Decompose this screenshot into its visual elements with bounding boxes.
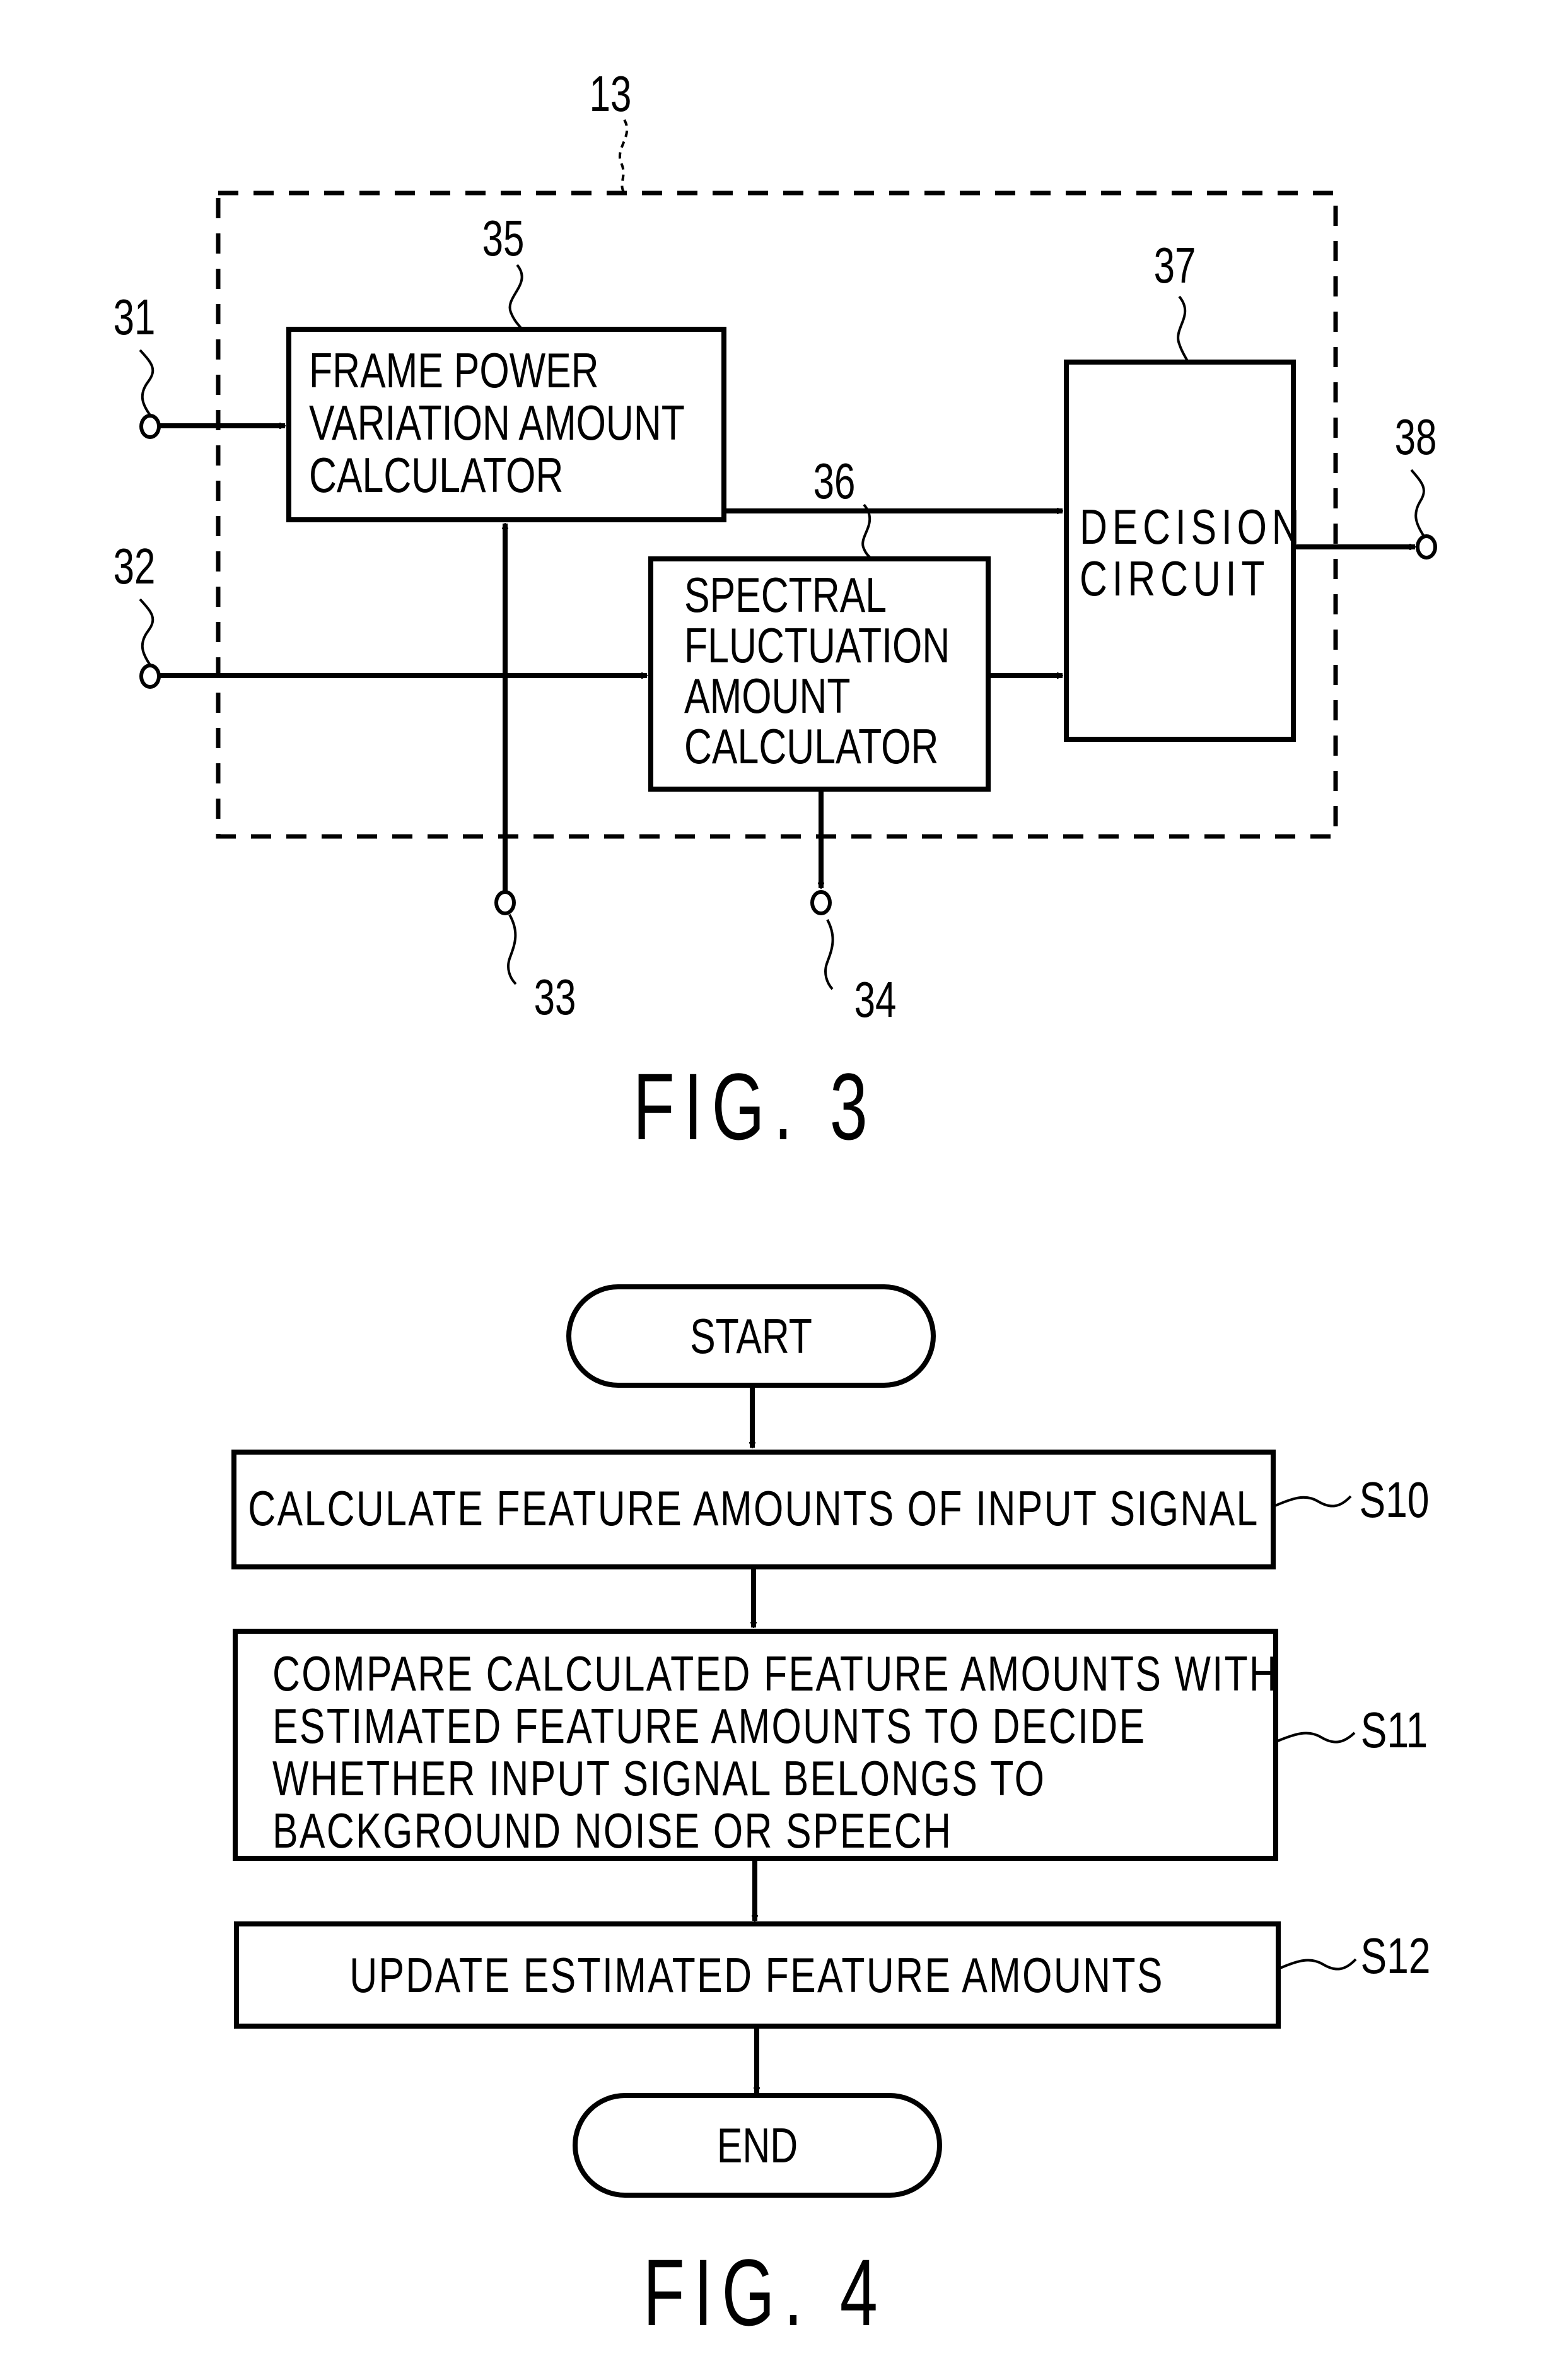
ref-label-34: 34	[854, 971, 897, 1028]
block-35-line-3: CALCULATOR	[309, 448, 563, 503]
leader-s11	[1277, 1732, 1356, 1744]
fig4-flowchart: START CALCULATE FEATURE AMOUNTS OF INPUT…	[231, 1284, 1431, 2346]
ref-label-13: 13	[590, 66, 632, 122]
flow-step-s11-line-4: BACKGROUND NOISE OR SPEECH	[272, 1803, 952, 1858]
flow-step-s11-line-2: ESTIMATED FEATURE AMOUNTS TO DECIDE	[272, 1699, 1146, 1754]
flow-start-label: START	[690, 1309, 812, 1364]
leader-34	[824, 919, 834, 990]
fig3-block-diagram: 13 FRAME POWER VARIATION AMOUNT CALCULAT…	[114, 66, 1437, 1160]
block-36-line-3: AMOUNT	[684, 669, 851, 724]
figure-caption-fig3: FIG. 3	[633, 1054, 877, 1160]
block-37-line-1: DECISION	[1080, 500, 1304, 554]
leader-s10	[1274, 1495, 1352, 1508]
leader-35	[508, 264, 523, 331]
leader-13	[619, 119, 629, 194]
ref-label-37: 37	[1154, 237, 1196, 293]
leader-33	[507, 914, 517, 985]
flow-step-s11-line-3: WHETHER INPUT SIGNAL BELONGS TO	[272, 1751, 1046, 1806]
terminal-32	[139, 664, 161, 689]
terminal-31	[139, 414, 161, 439]
block-37-line-2: CIRCUIT	[1080, 551, 1269, 606]
block-35-line-1: FRAME POWER	[309, 343, 599, 398]
flow-step-s10-text: CALCULATE FEATURE AMOUNTS OF INPUT SIGNA…	[248, 1481, 1259, 1536]
flow-end-label: END	[717, 2118, 798, 2173]
flow-step-s11-line-1: COMPARE CALCULATED FEATURE AMOUNTS WITH	[272, 1646, 1278, 1701]
leader-s12	[1279, 1958, 1357, 1971]
leader-38	[1410, 469, 1425, 537]
ref-label-32: 32	[114, 538, 156, 594]
figure-caption-fig4: FIG. 4	[643, 2240, 887, 2346]
ref-label-s10: S10	[1359, 1472, 1429, 1528]
leader-37	[1177, 295, 1189, 363]
ref-label-31: 31	[114, 289, 156, 345]
ref-label-33: 33	[534, 969, 576, 1025]
block-36-line-1: SPECTRAL	[684, 568, 887, 623]
terminal-38	[1416, 534, 1437, 560]
block-35-line-2: VARIATION AMOUNT	[309, 396, 685, 450]
ref-label-s11: S11	[1361, 1703, 1428, 1759]
terminal-33	[494, 890, 516, 915]
block-36-line-2: FLUCTUATION	[684, 618, 950, 673]
leader-31	[139, 349, 154, 416]
leader-32	[139, 598, 154, 666]
flow-step-s12-text: UPDATE ESTIMATED FEATURE AMOUNTS	[349, 1948, 1164, 2003]
block-36-line-4: CALCULATOR	[684, 719, 938, 774]
patent-drawing-sheet: 13 FRAME POWER VARIATION AMOUNT CALCULAT…	[114, 66, 1437, 2346]
terminal-34	[810, 890, 832, 915]
ref-label-s12: S12	[1360, 1928, 1430, 1984]
ref-label-38: 38	[1395, 409, 1437, 465]
ref-label-36: 36	[813, 453, 856, 509]
ref-label-35: 35	[482, 210, 525, 266]
